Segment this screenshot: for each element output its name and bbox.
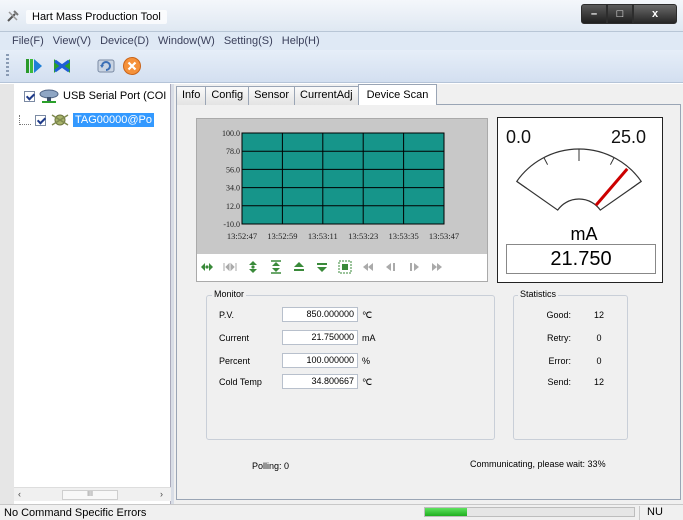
minimize-button[interactable]: –	[581, 4, 607, 24]
port-label: USB Serial Port (COI	[63, 90, 167, 102]
pv-value-field: 850.000000	[282, 307, 358, 322]
gauge-max-label: 25.0	[611, 127, 647, 147]
tab-info[interactable]: Info	[176, 86, 207, 105]
menu-help[interactable]: Help(H)	[282, 35, 320, 47]
connect-icon[interactable]	[24, 56, 44, 76]
y-tick-label: -10.0	[223, 220, 240, 229]
tree-connector	[19, 115, 31, 125]
percent-value-field: 100.000000	[282, 353, 358, 368]
trend-chart: 100.0 78.0 56.0 34.0 12.0 -10.0 13:52:47 13:52:…	[197, 119, 487, 254]
tree-horizontal-scrollbar[interactable]: ‹ III ›	[14, 487, 171, 501]
cold-temp-unit: ℃	[362, 377, 373, 387]
disconnect-icon[interactable]	[52, 56, 72, 76]
zoom-horizontal-icon[interactable]	[223, 260, 237, 274]
chart-toolbar	[200, 256, 485, 278]
left-edge	[0, 84, 14, 504]
status-indicator: NU	[639, 506, 683, 520]
y-tick-label: 34.0	[226, 184, 240, 193]
retry-label: Retry:	[546, 333, 571, 343]
x-tick-label: 13:52:59	[267, 231, 297, 241]
toolbar-grip[interactable]	[6, 54, 9, 78]
tab-config[interactable]: Config	[205, 86, 250, 105]
tab-device-scan[interactable]: Device Scan	[357, 84, 438, 105]
x-tick-label: 13:53:35	[388, 231, 418, 241]
tab-sensor[interactable]: Sensor	[248, 86, 296, 105]
tab-currentadj[interactable]: CurrentAdj	[294, 86, 359, 105]
maximize-button[interactable]: □	[607, 4, 633, 24]
menu-setting[interactable]: Setting(S)	[224, 35, 273, 47]
gauge-min-label: 0.0	[506, 127, 532, 147]
progress-fill	[425, 508, 467, 516]
pan-vertical-icon[interactable]	[246, 260, 260, 274]
first-page-icon[interactable]	[361, 260, 375, 274]
stop-icon[interactable]	[122, 56, 142, 76]
y-tick-label: 12.0	[226, 202, 240, 211]
series-area	[242, 133, 444, 224]
close-button[interactable]: x	[633, 4, 677, 24]
statistics-title: Statistics	[518, 289, 559, 299]
x-tick-label: 13:52:47	[227, 231, 257, 241]
port-checkbox[interactable]	[24, 90, 35, 102]
pv-unit: ℃	[362, 310, 373, 320]
window-title: Hart Mass Production Tool	[26, 10, 167, 24]
scroll-down-icon[interactable]	[315, 260, 329, 274]
device-tree	[14, 84, 171, 504]
status-message: No Command Specific Errors	[4, 507, 147, 519]
percent-unit: %	[362, 356, 371, 366]
tab-strip: Info Config Sensor CurrentAdj Device Sca…	[176, 84, 438, 105]
current-label: Current	[219, 333, 250, 343]
next-page-icon[interactable]	[407, 260, 421, 274]
device-checkbox[interactable]	[35, 114, 46, 126]
scroll-thumb[interactable]: III	[62, 490, 118, 500]
pan-horizontal-icon[interactable]	[200, 260, 214, 274]
device-icon	[51, 114, 69, 126]
percent-label: Percent	[219, 356, 251, 366]
cold-temp-label: Cold Temp	[219, 377, 262, 387]
toolbar	[0, 50, 683, 83]
good-count: 12	[593, 310, 604, 320]
menu-file[interactable]: File(F)	[12, 35, 44, 47]
fit-view-icon[interactable]	[338, 260, 352, 274]
error-label: Error:	[548, 356, 572, 366]
y-tick-label: 78.0	[226, 147, 240, 156]
scroll-right-icon[interactable]: ›	[160, 489, 163, 499]
error-count: 0	[596, 356, 602, 366]
communication-status: Communicating, please wait: 33%	[470, 459, 606, 469]
send-count: 12	[593, 377, 604, 387]
scroll-up-icon[interactable]	[292, 260, 306, 274]
pv-label: P.V.	[219, 310, 235, 320]
retry-count: 0	[596, 333, 602, 343]
zoom-vertical-icon[interactable]	[269, 260, 283, 274]
y-tick-label: 56.0	[226, 165, 240, 174]
device-label: TAG00000@Po	[73, 113, 155, 127]
tree-item-port[interactable]: USB Serial Port (COI	[24, 88, 166, 104]
menu-device[interactable]: Device(D)	[100, 35, 149, 47]
polling-status: Polling: 0	[252, 461, 290, 471]
x-tick-label: 13:53:11	[308, 231, 338, 241]
current-value-field: 21.750000	[282, 330, 358, 345]
y-tick-label: 100.0	[222, 129, 240, 138]
last-page-icon[interactable]	[430, 260, 444, 274]
menu-bar: File(F) View(V) Device(D) Window(W) Sett…	[0, 32, 683, 50]
gauge-unit: mA	[570, 224, 598, 244]
tree-item-device[interactable]: TAG00000@Po	[35, 112, 155, 128]
previous-page-icon[interactable]	[384, 260, 398, 274]
monitor-title: Monitor	[212, 289, 247, 299]
title-bar: Hart Mass Production Tool – □ x	[0, 0, 683, 32]
menu-view[interactable]: View(V)	[53, 35, 91, 47]
menu-window[interactable]: Window(W)	[158, 35, 215, 47]
refresh-icon[interactable]	[96, 56, 116, 76]
cold-temp-value-field: 34.800667	[282, 374, 358, 389]
scroll-left-icon[interactable]: ‹	[18, 489, 21, 499]
tools-icon	[7, 10, 19, 22]
current-unit: mA	[362, 333, 376, 343]
send-label: Send:	[547, 377, 571, 387]
x-tick-label: 13:53:47	[429, 231, 459, 241]
x-tick-label: 13:53:23	[348, 231, 378, 241]
serial-port-icon	[39, 89, 59, 103]
good-label: Good:	[546, 310, 571, 320]
gauge-value-readout: 21.750	[506, 244, 656, 274]
status-progress-bar	[424, 507, 635, 517]
